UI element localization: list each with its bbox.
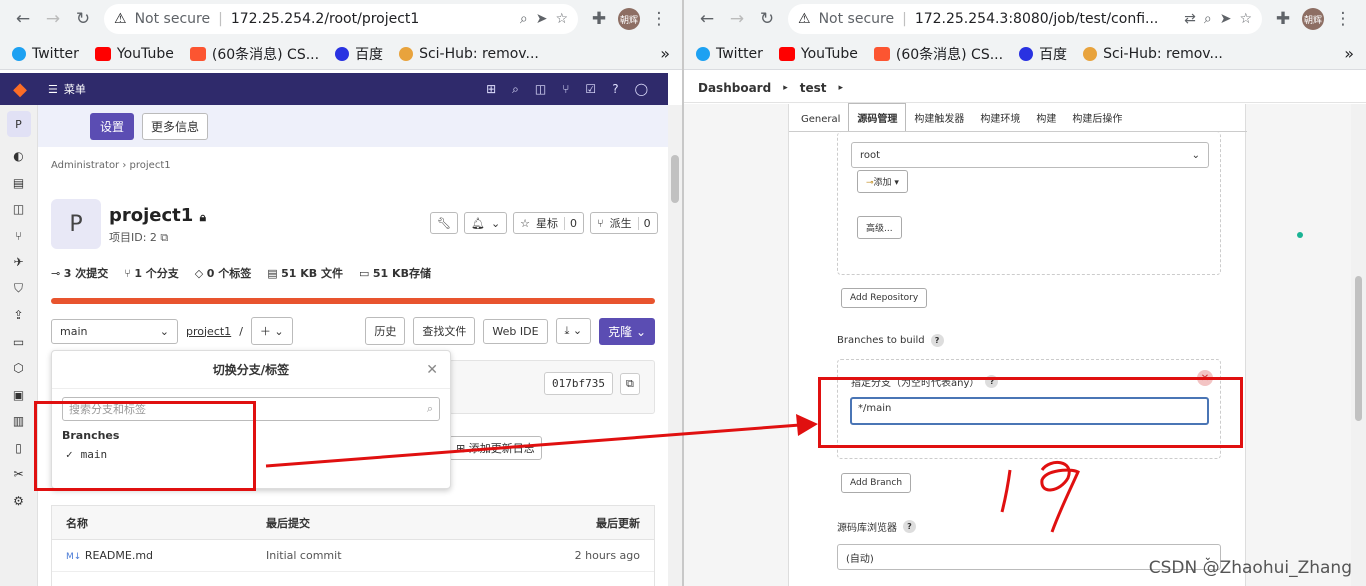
annotation-overlay — [265, 414, 1080, 533]
annotation-arrowhead — [796, 414, 818, 436]
csdn-watermark: CSDN @Zhaohui_Zhang — [1148, 558, 1352, 578]
handwriting-stroke-2 — [1040, 461, 1080, 533]
handwriting-stroke-1 — [1000, 469, 1012, 513]
annotation-arrow-line — [265, 423, 801, 468]
